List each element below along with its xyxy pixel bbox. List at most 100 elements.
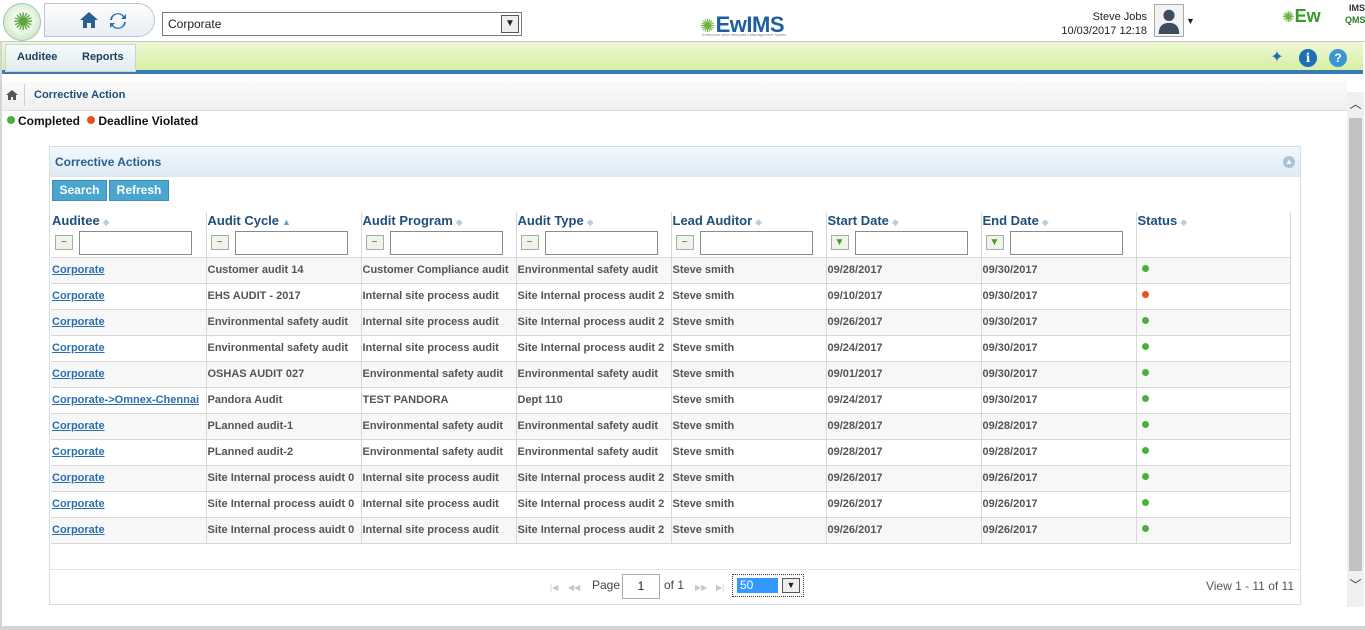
table-row[interactable]: Corporate Site Internal process auidt 0 In…: [51, 491, 1291, 518]
lead-auditor-filter-input[interactable]: [699, 230, 813, 255]
sort-icon[interactable]: ◆: [1180, 217, 1187, 227]
help-icon[interactable]: ?: [1329, 49, 1347, 67]
auditee-cell[interactable]: Corporate: [51, 361, 207, 388]
audit-cycle-filter-input[interactable]: [234, 230, 348, 255]
auditee-cell[interactable]: Corporate: [51, 413, 207, 440]
refresh-button[interactable]: Refresh: [109, 180, 169, 201]
audit-cycle-cell: PLanned audit-2: [206, 439, 362, 466]
auditee-cell[interactable]: Corporate: [51, 257, 207, 284]
home-icon[interactable]: [5, 88, 19, 102]
auditee-cell[interactable]: Corporate: [51, 283, 207, 310]
filter-operator-button[interactable]: ~: [55, 235, 73, 251]
refresh-icon[interactable]: [108, 11, 128, 31]
audit-type-cell: Environmental safety audit: [516, 257, 672, 284]
deadline-status-dot-icon: [1141, 291, 1149, 298]
auditee-cell[interactable]: Corporate: [51, 491, 207, 518]
column-header-lead-auditor[interactable]: Lead Auditor ◆: [671, 212, 827, 229]
sort-icon[interactable]: ◆: [456, 217, 463, 227]
chevron-down-icon[interactable]: ▼: [501, 15, 519, 33]
column-header-auditee[interactable]: Auditee ◆: [51, 212, 207, 229]
home-icon[interactable]: [78, 9, 100, 31]
table-row[interactable]: Corporate Site Internal process auidt 0 In…: [51, 465, 1291, 492]
page-size-select[interactable]: 50 ▼: [732, 574, 804, 597]
chevron-down-icon[interactable]: ▼: [782, 578, 800, 593]
sort-icon[interactable]: ◆: [1042, 217, 1049, 227]
table-row[interactable]: Corporate->Omnex-Chennai Pandora Audit TES…: [51, 387, 1291, 414]
table-row[interactable]: Corporate EHS AUDIT - 2017 Internal site p…: [51, 283, 1291, 310]
info-icon[interactable]: i: [1299, 49, 1317, 67]
user-menu-caret-icon[interactable]: ▼: [1186, 16, 1195, 26]
auditee-cell[interactable]: Corporate: [51, 335, 207, 362]
table-row[interactable]: Corporate Site Internal process auidt 0 In…: [51, 517, 1291, 544]
ewqms-logo-ims: IMS: [1349, 3, 1365, 13]
filter-operator-button[interactable]: ~: [210, 235, 229, 251]
user-avatar-icon[interactable]: [1154, 4, 1184, 37]
status-legend: Completed Deadline Violated: [7, 114, 198, 128]
sort-icon[interactable]: ◆: [587, 217, 594, 227]
filter-operator-button[interactable]: ~: [675, 235, 694, 251]
menu-item-reports[interactable]: Reports: [82, 51, 124, 63]
auditee-cell[interactable]: Corporate: [51, 309, 207, 336]
status-cell: [1136, 257, 1291, 284]
end-date-filter-input[interactable]: [1009, 230, 1123, 255]
funnel-filter-icon[interactable]: ▼: [985, 235, 1004, 251]
column-header-audit-cycle[interactable]: Audit Cycle ▲: [206, 212, 362, 229]
scrollbar-thumb[interactable]: [1349, 118, 1362, 571]
audit-cycle-cell: Pandora Audit: [206, 387, 362, 414]
start-date-cell: 09/28/2017: [826, 257, 982, 284]
page-of-label: of 1: [664, 578, 685, 592]
search-button[interactable]: Search: [52, 180, 107, 201]
menu-item-auditee[interactable]: Auditee: [17, 51, 57, 63]
vertical-scrollbar[interactable]: ︿ ﹀: [1347, 92, 1364, 607]
page-number-input[interactable]: 1: [622, 574, 660, 599]
table-row[interactable]: Corporate Environmental safety audit Inter…: [51, 309, 1291, 336]
scroll-down-icon[interactable]: ﹀: [1349, 576, 1362, 592]
last-page-icon[interactable]: ▶|: [716, 583, 724, 592]
filter-row: ~ ~ ~ ~ ~ ▼ ▼: [51, 229, 1291, 258]
auditee-cell[interactable]: Corporate: [51, 439, 207, 466]
end-date-cell: 09/26/2017: [981, 491, 1137, 518]
auditee-filter-input[interactable]: [79, 230, 192, 255]
audit-type-cell: Environmental safety audit: [516, 439, 672, 466]
sort-icon[interactable]: ◆: [103, 217, 110, 227]
audit-program-filter-input[interactable]: [389, 230, 503, 255]
column-header-label: Audit Cycle: [207, 213, 280, 228]
table-row[interactable]: Corporate PLanned audit-2 Environmental sa…: [51, 439, 1291, 466]
breadcrumb: Corrective Action: [2, 81, 1347, 111]
auditee-cell[interactable]: Corporate: [51, 517, 207, 544]
collapse-icon[interactable]: ▲: [1283, 156, 1295, 168]
table-row[interactable]: Corporate OSHAS AUDIT 027 Environmental sa…: [51, 361, 1291, 388]
first-page-icon[interactable]: |◀: [550, 583, 558, 592]
auditee-cell[interactable]: Corporate->Omnex-Chennai: [51, 387, 207, 414]
column-header-start-date[interactable]: Start Date ◆: [826, 212, 982, 229]
prev-page-icon[interactable]: ◀◀: [568, 583, 580, 592]
table-row[interactable]: Corporate Customer audit 14 Customer Compl…: [51, 257, 1291, 284]
pin-icon[interactable]: ✦: [1268, 49, 1286, 67]
funnel-filter-icon[interactable]: ▼: [830, 235, 849, 251]
audit-type-filter-input[interactable]: [544, 230, 658, 255]
sort-icon[interactable]: ◆: [892, 217, 899, 227]
table-row[interactable]: Corporate PLanned audit-1 Environmental sa…: [51, 413, 1291, 440]
sort-icon[interactable]: ▲: [282, 217, 291, 227]
app-logo[interactable]: ✺: [3, 3, 41, 41]
audit-type-cell: Dept 110: [516, 387, 672, 414]
column-header-end-date[interactable]: End Date ◆: [981, 212, 1137, 229]
table-row[interactable]: Corporate Environmental safety audit Inter…: [51, 335, 1291, 362]
scroll-up-icon[interactable]: ︿: [1349, 95, 1362, 111]
audit-program-cell: TEST PANDORA: [361, 387, 517, 414]
next-page-icon[interactable]: ▶▶: [695, 583, 707, 592]
completed-status-dot-icon: [1141, 421, 1149, 428]
column-header-label: Lead Auditor: [672, 213, 753, 228]
column-header-audit-program[interactable]: Audit Program ◆: [361, 212, 517, 229]
filter-operator-button[interactable]: ~: [365, 235, 384, 251]
organization-select[interactable]: Corporate ▼: [162, 12, 522, 36]
column-header-status[interactable]: Status ◆: [1136, 212, 1291, 229]
start-date-filter-input[interactable]: [854, 230, 968, 255]
audit-cycle-cell: Customer audit 14: [206, 257, 362, 284]
panel-header: Corrective Actions ▲: [50, 147, 1300, 177]
filter-operator-button[interactable]: ~: [520, 235, 539, 251]
auditee-cell[interactable]: Corporate: [51, 465, 207, 492]
sort-icon[interactable]: ◆: [755, 217, 762, 227]
audit-type-cell: Site Internal process audit 2: [516, 491, 672, 518]
column-header-audit-type[interactable]: Audit Type ◆: [516, 212, 672, 229]
